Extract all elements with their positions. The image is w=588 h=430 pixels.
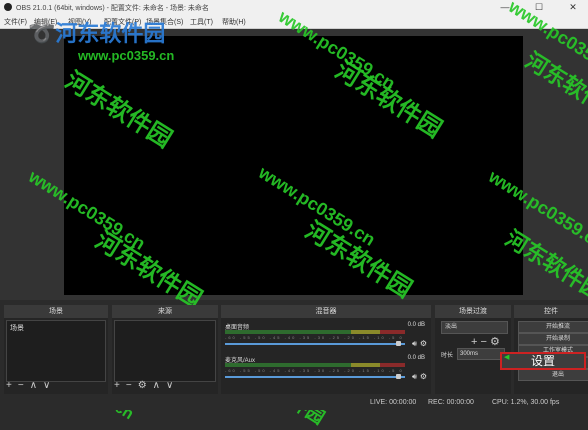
remove-scene-icon[interactable]: − [18,380,24,391]
move-down-icon[interactable]: ∨ [43,380,50,391]
sources-dock: 来源 + − ⚙ ∧ ∨ [112,305,218,394]
title-bar: OBS 21.0.1 (64bit, windows) - 配置文件: 未命名 … [0,0,588,15]
docks-area: 场景 场景 + − ∧ ∨ 来源 + − ⚙ ∧ ∨ 混音器 桌面音频 0.0 dB -60 … [0,305,588,394]
gear-icon[interactable]: ⚙ [420,372,427,381]
scene-item[interactable]: 场景 [7,321,105,335]
settings-highlight[interactable]: 设置 [500,352,586,370]
cpu-fps: CPU: 1.2%, 30.00 fps [492,399,560,406]
mixer-channel-desktop: 桌面音频 0.0 dB -60 -55 -50 -45 -40 -35 -30 … [225,322,427,352]
duration-input[interactable]: 300ms [457,348,505,360]
channel-level: 0.0 dB [407,355,425,361]
remove-source-icon[interactable]: − [126,380,132,391]
volume-slider-handle[interactable] [396,341,401,346]
preview-area [0,29,588,300]
start-streaming-button[interactable]: 开始推流 [518,321,588,333]
start-recording-button[interactable]: 开始录制 [518,333,588,345]
channel-level: 0.0 dB [407,322,425,328]
transition-toolbar: + − ⚙ [471,335,500,348]
move-up-icon[interactable]: ∧ [153,380,160,391]
volume-meter [225,363,405,367]
add-transition-icon[interactable]: + [471,336,477,348]
close-button[interactable]: ✕ [558,0,588,15]
rec-timer: REC: 00:00:00 [428,399,474,406]
volume-slider[interactable] [225,343,405,345]
duration-label: 时长 [441,353,454,359]
controls-dock-title: 控件 [514,305,588,318]
arrow-icon: ◀ [504,354,510,361]
transitions-dock-title: 场景过渡 [435,305,511,318]
transitions-dock: 场景过渡 淡出 + − ⚙ 时长 300ms [435,305,511,394]
mixer-dock-title: 混音器 [221,305,431,318]
mixer-dock: 混音器 桌面音频 0.0 dB -60 -55 -50 -45 -40 -35 … [221,305,431,394]
move-up-icon[interactable]: ∧ [30,380,37,391]
menu-help[interactable]: 帮助(H) [222,17,246,27]
transition-select[interactable]: 淡出 [441,321,508,334]
volume-slider-handle[interactable] [396,374,401,379]
gear-icon[interactable]: ⚙ [138,380,147,391]
exit-button[interactable]: 退出 [518,369,588,381]
status-bar: LIVE: 00:00:00 REC: 00:00:00 CPU: 1.2%, … [0,394,588,410]
add-source-icon[interactable]: + [114,380,120,391]
gear-icon[interactable]: ⚙ [420,339,427,348]
add-scene-icon[interactable]: + [6,380,12,391]
gear-icon[interactable]: ⚙ [490,336,500,348]
scenes-dock: 场景 场景 + − ∧ ∨ [4,305,108,394]
preview-canvas[interactable] [64,36,523,295]
mixer-channel-mic: 麦克风/Aux 0.0 dB -60 -55 -50 -45 -40 -35 -… [225,355,427,385]
menu-file[interactable]: 文件(F) [4,17,27,27]
scenes-toolbar: + − ∧ ∨ [6,380,56,392]
maximize-button[interactable]: ☐ [524,0,554,15]
sources-toolbar: + − ⚙ ∧ ∨ [114,380,179,392]
speaker-icon[interactable]: 🔊︎ [412,339,417,349]
controls-dock: 控件 开始推流 开始录制 工作室模式 设置 退出 [514,305,588,394]
move-down-icon[interactable]: ∨ [166,380,173,391]
speaker-icon[interactable]: 🔊︎ [412,372,417,382]
scenes-list[interactable]: 场景 [6,320,106,382]
menu-profile[interactable]: 配置文件(P) [104,17,141,27]
menu-view[interactable]: 视图(V) [68,17,91,27]
menu-edit[interactable]: 编辑(E) [34,17,57,27]
sources-dock-title: 来源 [112,305,218,318]
obs-logo-icon [4,3,12,11]
volume-slider[interactable] [225,376,405,378]
remove-transition-icon[interactable]: − [481,336,487,348]
minimize-button[interactable]: — [490,0,520,15]
window-title: OBS 21.0.1 (64bit, windows) - 配置文件: 未命名 … [16,5,209,12]
menu-tools[interactable]: 工具(T) [190,17,213,27]
live-timer: LIVE: 00:00:00 [370,399,417,406]
sources-list[interactable] [114,320,216,382]
menu-bar: 文件(F) 编辑(E) 视图(V) 配置文件(P) 场景集合(S) 工具(T) … [0,15,588,29]
menu-scene-collection[interactable]: 场景集合(S) [146,17,183,27]
meter-ticks: -60 -55 -50 -45 -40 -35 -30 -25 -20 -15 … [225,335,404,340]
scenes-dock-title: 场景 [4,305,108,318]
volume-meter [225,330,405,334]
meter-ticks: -60 -55 -50 -45 -40 -35 -30 -25 -20 -15 … [225,368,404,373]
